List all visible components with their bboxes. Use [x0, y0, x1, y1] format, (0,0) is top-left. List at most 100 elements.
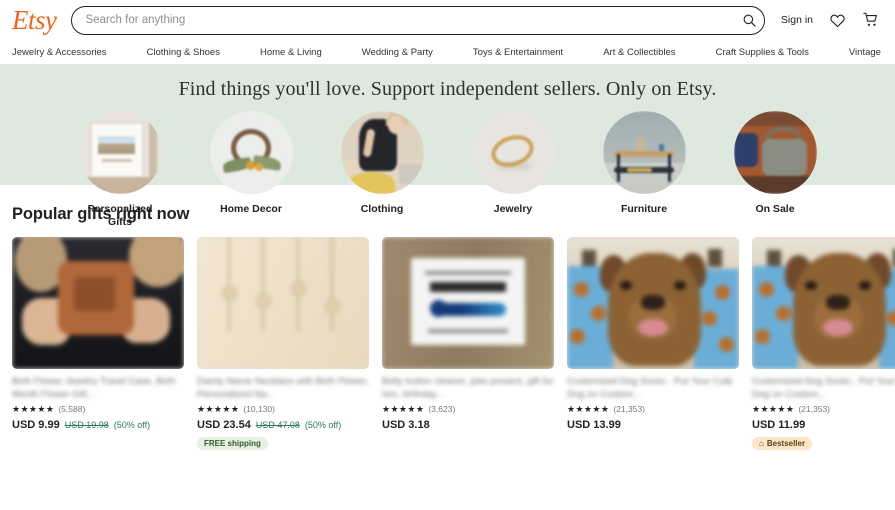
heart-icon — [829, 14, 845, 27]
rating-stars: ★★★★★ — [12, 404, 55, 414]
product-discount: (50% off) — [304, 420, 342, 430]
banner-headline: Find things you'll love. Support indepen… — [178, 78, 717, 100]
rating-stars: ★★★★★ — [197, 404, 240, 414]
product-card[interactable]: Customized Dog Socks - Put Your Cute Dog… — [567, 237, 739, 451]
product-price-row: USD 23.54 USD 47.08 (50% off) — [197, 419, 369, 431]
cart-button[interactable] — [861, 10, 881, 30]
bestseller-badge: ⌂ Bestseller — [752, 437, 813, 450]
category-circle-on-sale[interactable]: On Sale — [730, 111, 820, 229]
rating-count: (21,353) — [798, 404, 831, 415]
rating-stars: ★★★★★ — [382, 404, 425, 414]
product-price: USD 13.99 — [567, 419, 621, 431]
product-title: Customized Dog Socks - Put Your Cute Dog… — [567, 376, 733, 400]
product-discount: (50% off) — [113, 420, 151, 430]
product-title: Customized Dog Socks - Put Your Cute Dog… — [752, 376, 895, 400]
category-circle-label: Furniture — [620, 203, 668, 215]
product-rating: ★★★★★ (3,623) — [382, 405, 554, 414]
framed-print-illustration — [78, 111, 162, 194]
catnav-item-home-living[interactable]: Home & Living — [260, 47, 322, 58]
rating-count: (21,353) — [613, 404, 646, 415]
catnav-item-craft-supplies-tools[interactable]: Craft Supplies & Tools — [716, 47, 809, 58]
console-table-illustration — [602, 111, 686, 194]
shopping-cart-icon — [863, 12, 877, 26]
category-circle-personalized-gifts[interactable]: Personalized Gifts — [75, 111, 165, 229]
bestseller-icon: ⌂ — [759, 438, 764, 448]
product-price: USD 11.99 — [752, 419, 806, 431]
product-price-row: USD 11.99 — [752, 419, 895, 431]
dog-socks-photo — [567, 237, 739, 369]
product-image[interactable] — [382, 237, 554, 369]
catnav-item-toys-entertainment[interactable]: Toys & Entertainment — [473, 47, 563, 58]
product-card[interactable]: Dainty Name Necklace with Birth Flower, … — [197, 237, 369, 451]
catnav-item-wedding-party[interactable]: Wedding & Party — [362, 47, 433, 58]
category-circle-row: Personalized Gifts Home Decor Clothing J… — [0, 111, 895, 229]
catnav-item-clothing-shoes[interactable]: Clothing & Shoes — [147, 47, 220, 58]
category-circle-clothing[interactable]: Clothing — [337, 111, 427, 229]
category-circle-image-furniture — [602, 111, 686, 194]
product-rating: ★★★★★ (21,353) — [752, 405, 895, 414]
rating-count: (5,588) — [58, 404, 86, 415]
category-circle-label: Personalized Gifts — [87, 203, 153, 228]
product-price: USD 3.18 — [382, 419, 430, 431]
favorites-button[interactable] — [827, 10, 847, 30]
product-card[interactable]: Belly button cleaner, joke present, gift… — [382, 237, 554, 451]
product-card[interactable]: Customized Dog Socks - Put Your Cute Dog… — [752, 237, 895, 451]
product-title: Dainty Name Necklace with Birth Flower, … — [197, 376, 369, 400]
product-rating: ★★★★★ (21,353) — [567, 405, 739, 414]
product-price-row: USD 3.18 — [382, 419, 554, 431]
category-circle-home-decor[interactable]: Home Decor — [206, 111, 296, 229]
necklace-photo — [197, 237, 369, 369]
sign-in-link[interactable]: Sign in — [781, 14, 813, 26]
product-grid: Birth Flower Jewelry Travel Case, Birth … — [12, 237, 895, 451]
promo-banner: Find things you'll love. Support indepen… — [0, 65, 895, 228]
product-price-row: USD 9.99 USD 19.98 (50% off) — [12, 419, 184, 431]
category-circle-image-on-sale — [733, 111, 817, 194]
dog-socks-photo — [752, 237, 895, 369]
search-input[interactable] — [70, 5, 765, 35]
product-title: Birth Flower Jewelry Travel Case, Birth … — [12, 376, 176, 400]
product-rating: ★★★★★ (5,588) — [12, 405, 184, 414]
header-actions: Sign in — [781, 10, 881, 30]
bangle-illustration — [471, 111, 555, 194]
site-header: Etsy Sign in — [0, 0, 895, 40]
category-circle-label: On Sale — [755, 203, 795, 215]
product-title: Belly button cleaner, joke present, gift… — [382, 376, 554, 400]
product-rating: ★★★★★ (10,130) — [197, 405, 369, 414]
category-circle-image-personalized-gifts — [78, 111, 162, 194]
wreath-illustration — [209, 111, 293, 194]
category-circle-label: Clothing — [360, 203, 404, 215]
rating-stars: ★★★★★ — [752, 404, 795, 414]
product-card[interactable]: Birth Flower Jewelry Travel Case, Birth … — [12, 237, 184, 451]
search-button[interactable] — [737, 8, 762, 33]
search-bar — [70, 5, 765, 35]
product-original-price: USD 47.08 — [255, 420, 300, 430]
catnav-item-vintage[interactable]: Vintage — [849, 47, 881, 58]
category-circle-jewelry[interactable]: Jewelry — [468, 111, 558, 229]
category-circle-label: Jewelry — [493, 203, 533, 215]
rating-count: (10,130) — [243, 404, 276, 415]
duffel-bag-illustration — [733, 111, 817, 194]
product-image[interactable] — [752, 237, 895, 369]
rating-count: (3,623) — [428, 404, 456, 415]
product-image[interactable] — [12, 237, 184, 369]
category-circle-image-jewelry — [471, 111, 555, 194]
product-price-row: USD 13.99 — [567, 419, 739, 431]
category-circle-image-home-decor — [209, 111, 293, 194]
catnav-item-art-collectibles[interactable]: Art & Collectibles — [603, 47, 675, 58]
product-original-price: USD 19.98 — [64, 420, 109, 430]
catnav-item-jewelry-accessories[interactable]: Jewelry & Accessories — [12, 47, 107, 58]
gag-gift-card-photo — [382, 237, 554, 369]
bestseller-label: Bestseller — [766, 438, 806, 448]
jewelry-case-photo — [12, 237, 184, 369]
search-icon — [743, 14, 756, 27]
category-circle-label: Home Decor — [220, 203, 282, 215]
category-circle-furniture[interactable]: Furniture — [599, 111, 689, 229]
category-circle-image-clothing — [340, 111, 424, 194]
free-shipping-badge: FREE shipping — [197, 437, 268, 450]
rating-stars: ★★★★★ — [567, 404, 610, 414]
product-price: USD 23.54 — [197, 419, 251, 431]
model-illustration — [340, 111, 424, 194]
product-image[interactable] — [197, 237, 369, 369]
etsy-logo[interactable]: Etsy — [12, 6, 57, 34]
product-image[interactable] — [567, 237, 739, 369]
